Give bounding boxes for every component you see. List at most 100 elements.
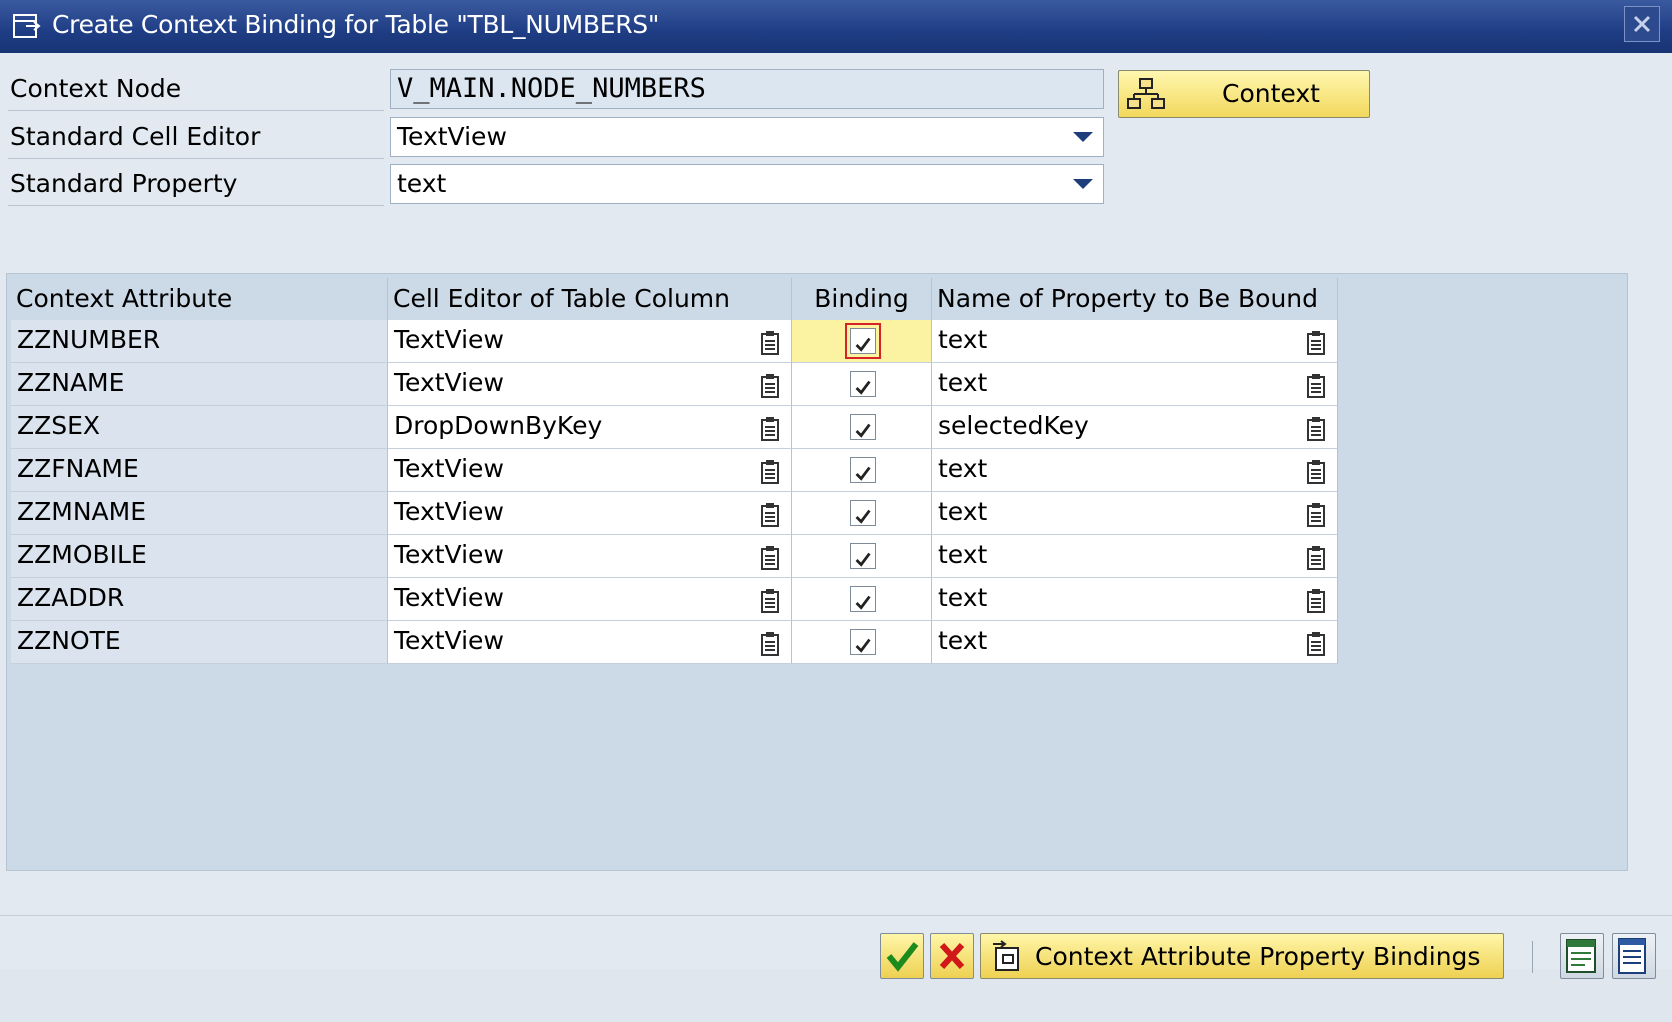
- property-field[interactable]: text: [932, 363, 1338, 406]
- value-help-icon[interactable]: [759, 543, 781, 570]
- value-help-icon[interactable]: [1305, 457, 1327, 484]
- binding-cell: [792, 363, 932, 406]
- column-header-binding[interactable]: Binding: [792, 278, 932, 320]
- value-help-icon[interactable]: [1305, 586, 1327, 613]
- value-help-icon[interactable]: [1305, 629, 1327, 656]
- value-help-icon[interactable]: [759, 500, 781, 527]
- context-attribute-cell: ZZADDR: [11, 578, 388, 621]
- property-field[interactable]: selectedKey: [932, 406, 1338, 449]
- cell-editor-field[interactable]: TextView: [388, 492, 792, 535]
- checkmark-icon: [886, 942, 919, 972]
- value-help-icon[interactable]: [1305, 543, 1327, 570]
- cell-editor-field[interactable]: TextView: [388, 449, 792, 492]
- column-header-cell-editor[interactable]: Cell Editor of Table Column: [388, 278, 792, 320]
- cell-editor-value: DropDownByKey: [394, 411, 603, 440]
- context-node-label: Context Node: [8, 67, 384, 111]
- cell-editor-value: TextView: [394, 368, 504, 397]
- cell-editor-value: TextView: [394, 454, 504, 483]
- value-help-icon[interactable]: [1305, 328, 1327, 355]
- cancel-icon: [939, 942, 965, 970]
- property-value: text: [938, 626, 988, 655]
- property-value: text: [938, 540, 988, 569]
- binding-checkbox[interactable]: [850, 586, 876, 612]
- binding-checkbox[interactable]: [850, 543, 876, 569]
- property-value: text: [938, 368, 988, 397]
- context-attribute-cell: ZZMNAME: [11, 492, 388, 535]
- close-icon: [1633, 15, 1651, 33]
- property-value: text: [938, 325, 988, 354]
- property-field[interactable]: text: [932, 449, 1338, 492]
- standard-property-dropdown[interactable]: text: [390, 164, 1104, 204]
- cell-editor-value: TextView: [394, 325, 504, 354]
- context-attribute-cell: ZZNOTE: [11, 621, 388, 664]
- standard-cell-editor-label: Standard Cell Editor: [8, 115, 384, 159]
- binding-cell: [792, 492, 932, 535]
- standard-cell-editor-value: TextView: [397, 122, 507, 151]
- dropdown-arrow-icon[interactable]: [1073, 179, 1093, 189]
- binding-checkbox[interactable]: [850, 629, 876, 655]
- cell-editor-field[interactable]: TextView: [388, 621, 792, 664]
- cell-editor-field[interactable]: TextView: [388, 363, 792, 406]
- cell-editor-field[interactable]: DropDownByKey: [388, 406, 792, 449]
- value-help-icon[interactable]: [759, 457, 781, 484]
- binding-checkbox[interactable]: [845, 323, 881, 359]
- options-button[interactable]: [1612, 933, 1656, 979]
- binding-cell: [792, 535, 932, 578]
- dialog-title: Create Context Binding for Table "TBL_NU…: [52, 10, 660, 39]
- standard-property-label: Standard Property: [8, 162, 384, 206]
- value-help-icon[interactable]: [759, 586, 781, 613]
- property-field[interactable]: text: [932, 492, 1338, 535]
- binding-checkbox[interactable]: [850, 457, 876, 483]
- value-help-icon[interactable]: [1305, 371, 1327, 398]
- context-button[interactable]: Context: [1118, 70, 1370, 118]
- footer-separator: [0, 915, 1672, 916]
- bindings-button-label: Context Attribute Property Bindings: [1035, 942, 1481, 971]
- context-attribute-cell: ZZSEX: [11, 406, 388, 449]
- cell-editor-field[interactable]: TextView: [388, 578, 792, 621]
- property-value: text: [938, 454, 988, 483]
- binding-cell: [792, 406, 932, 449]
- binding-checkbox[interactable]: [850, 371, 876, 397]
- cell-editor-value: TextView: [394, 626, 504, 655]
- context-attribute-cell: ZZNUMBER: [11, 320, 388, 363]
- context-attribute-cell: ZZFNAME: [11, 449, 388, 492]
- binding-cell: [792, 578, 932, 621]
- value-help-icon[interactable]: [1305, 414, 1327, 441]
- property-field[interactable]: text: [932, 320, 1338, 363]
- property-field[interactable]: text: [932, 535, 1338, 578]
- context-attribute-cell: ZZMOBILE: [11, 535, 388, 578]
- value-help-icon[interactable]: [1305, 500, 1327, 527]
- dialog-titlebar: Create Context Binding for Table "TBL_NU…: [0, 0, 1672, 53]
- document-icon: [1618, 938, 1646, 974]
- binding-checkbox[interactable]: [850, 500, 876, 526]
- value-help-icon[interactable]: [759, 371, 781, 398]
- cell-editor-field[interactable]: TextView: [388, 320, 792, 363]
- cell-editor-field[interactable]: TextView: [388, 535, 792, 578]
- standard-property-value: text: [397, 169, 447, 198]
- property-value: text: [938, 497, 988, 526]
- binding-cell: [792, 449, 932, 492]
- cancel-button[interactable]: [930, 933, 974, 979]
- close-button[interactable]: [1624, 6, 1660, 42]
- value-help-icon[interactable]: [759, 629, 781, 656]
- property-field[interactable]: text: [932, 578, 1338, 621]
- property-field[interactable]: text: [932, 621, 1338, 664]
- column-header-context-attribute[interactable]: Context Attribute: [11, 278, 388, 320]
- context-attribute-cell: ZZNAME: [11, 363, 388, 406]
- binding-cell: [792, 621, 932, 664]
- layout-settings-button[interactable]: [1560, 933, 1604, 979]
- column-header-property[interactable]: Name of Property to Be Bound: [932, 278, 1338, 320]
- cell-editor-value: TextView: [394, 540, 504, 569]
- context-attribute-property-bindings-button[interactable]: Context Attribute Property Bindings: [980, 933, 1504, 979]
- context-node-field[interactable]: V_MAIN.NODE_NUMBERS: [390, 69, 1104, 109]
- dropdown-arrow-icon[interactable]: [1073, 132, 1093, 142]
- binding-cell: [792, 320, 932, 363]
- standard-cell-editor-dropdown[interactable]: TextView: [390, 117, 1104, 157]
- cell-editor-value: TextView: [394, 497, 504, 526]
- value-help-icon[interactable]: [759, 328, 781, 355]
- value-help-icon[interactable]: [759, 414, 781, 441]
- property-value: selectedKey: [938, 411, 1089, 440]
- confirm-button[interactable]: [880, 933, 924, 979]
- binding-checkbox[interactable]: [850, 414, 876, 440]
- dialog-icon: [13, 14, 41, 38]
